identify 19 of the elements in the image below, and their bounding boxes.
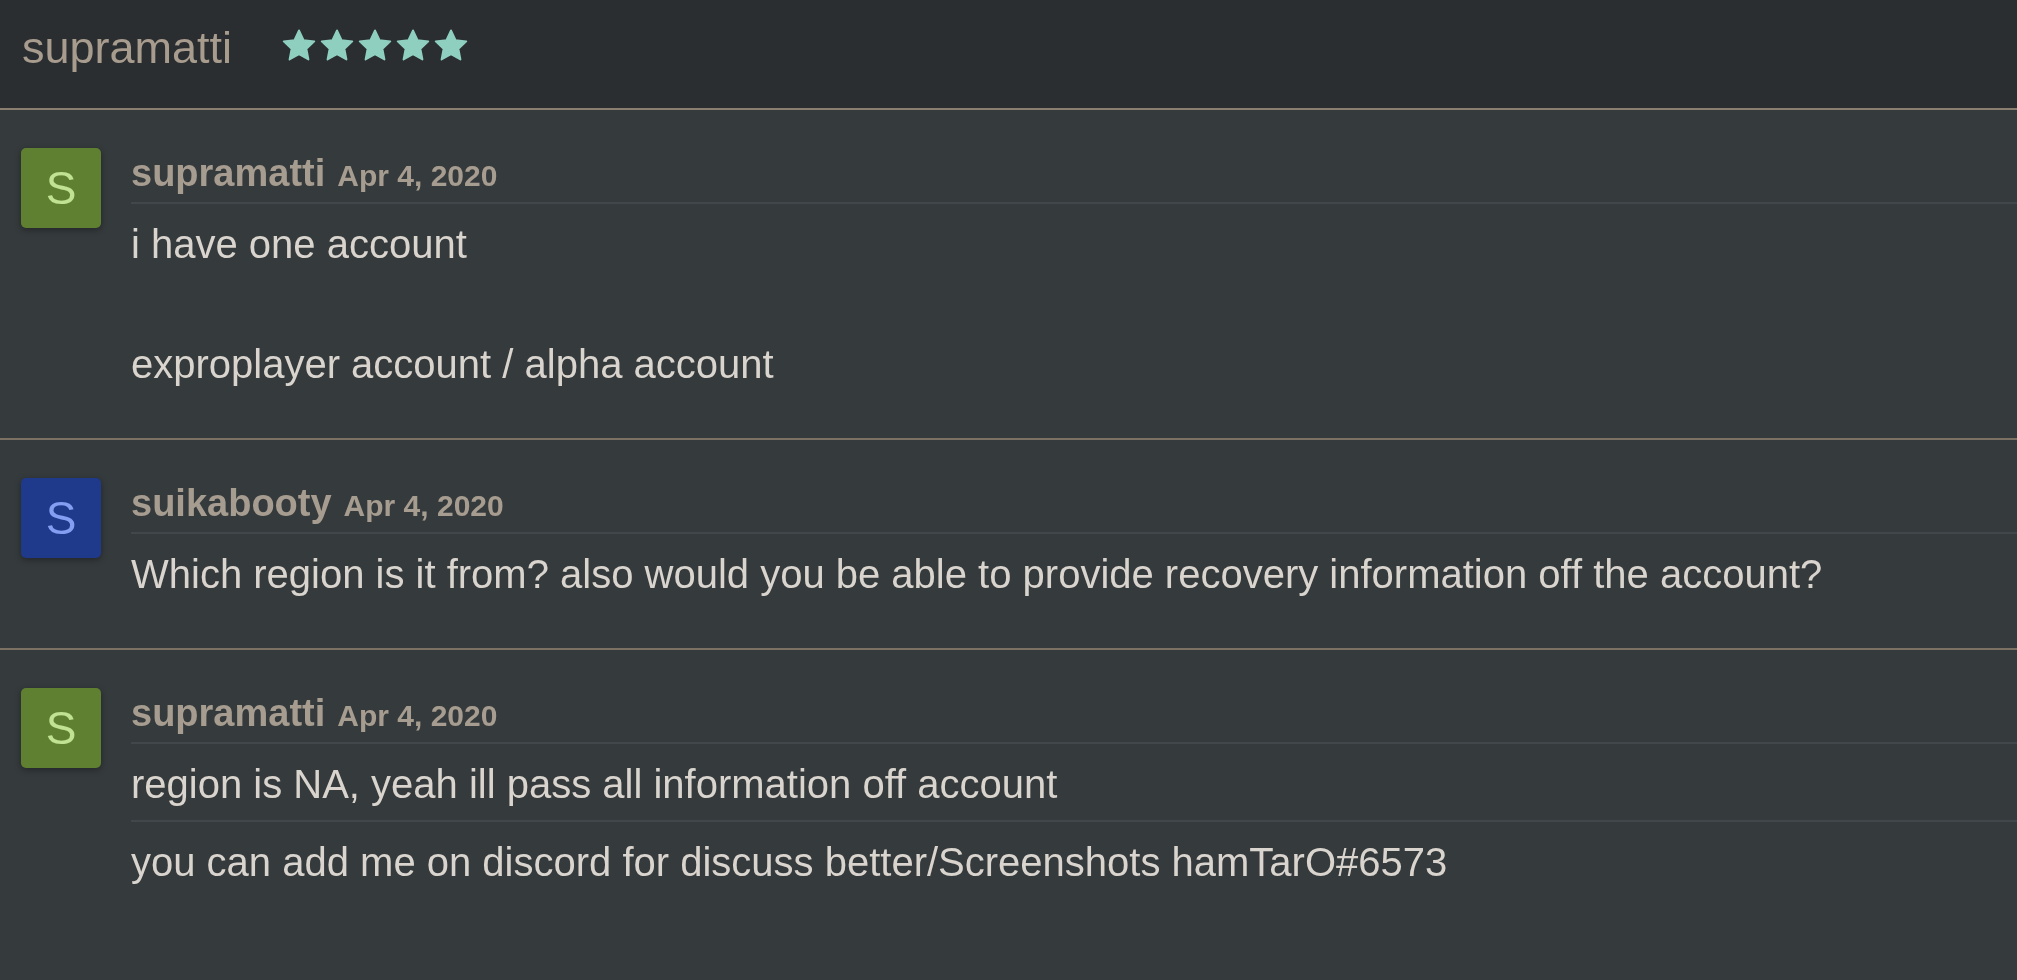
star-icon [396, 28, 431, 62]
message-text: region is NA, yeah ill pass all information off account [131, 761, 1059, 808]
message-text: i have one account exproplayer account / alpha account [131, 221, 775, 388]
star-icon [282, 28, 317, 62]
message-text: Which region is it from? also would you be able to provide recovery information off the account? [131, 551, 1824, 598]
star-icon [320, 28, 355, 62]
avatar-tile[interactable]: S [21, 688, 101, 768]
username-link[interactable]: suikabooty [131, 480, 332, 526]
avatar-tile[interactable]: S [21, 148, 101, 228]
star-icon [434, 28, 469, 62]
message-text: you can add me on discord for discuss better/Screenshots hamTarO#6573 [131, 839, 1449, 886]
avatar-tile[interactable]: S [21, 478, 101, 558]
username-link[interactable]: supramatti [131, 150, 326, 196]
post-date: Apr 4, 2020 [343, 488, 504, 524]
username-link[interactable]: supramatti [131, 690, 326, 736]
post-date: Apr 4, 2020 [337, 158, 498, 194]
page-title: supramatti [22, 21, 233, 75]
post-date: Apr 4, 2020 [337, 698, 498, 734]
star-icon [358, 28, 393, 62]
